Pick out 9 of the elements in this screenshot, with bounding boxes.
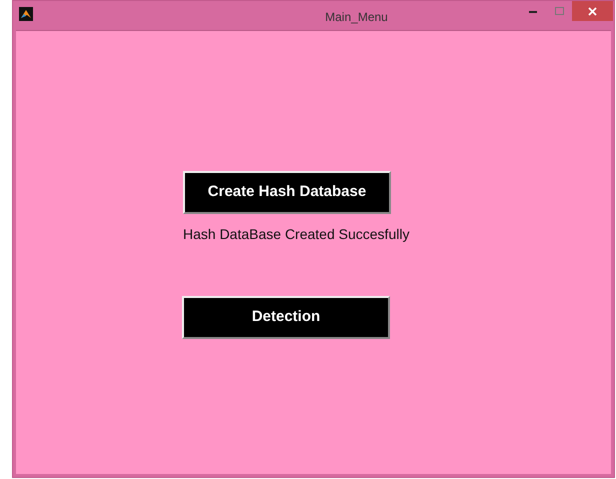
status-text: Hash DataBase Created Succesfully: [183, 225, 410, 244]
maximize-icon: [554, 7, 564, 15]
window-title: Main_Menu: [324, 9, 389, 26]
close-button[interactable]: [572, 1, 613, 21]
app-logo-icon: [19, 7, 33, 21]
close-icon: [588, 6, 597, 16]
detection-button[interactable]: Detection: [182, 296, 390, 339]
create-database-button[interactable]: Create Hash Database: [183, 171, 391, 214]
minimize-icon: [529, 10, 537, 12]
